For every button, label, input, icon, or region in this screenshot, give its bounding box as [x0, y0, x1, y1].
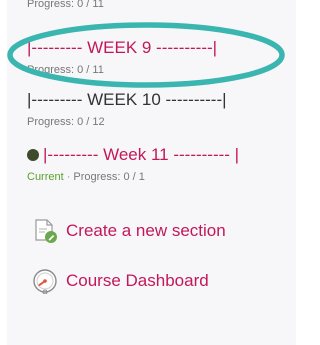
section-meta: Current · Progress: 0 / 1 — [27, 171, 239, 184]
course-dashboard-label: Course Dashboard — [66, 271, 209, 290]
section-title-week-9[interactable]: |--------- WEEK 9 ----------| — [27, 38, 217, 58]
section-progress: Progress: 0 / 12 — [27, 116, 105, 128]
speedometer-icon — [33, 269, 57, 294]
section-progress: Progress: 0 / 11 — [27, 0, 104, 10]
current-status-label: Current — [27, 171, 64, 183]
section-item-week-10[interactable]: |--------- WEEK 10 ----------| Progress:… — [27, 90, 227, 129]
create-section-label: Create a new section — [66, 221, 226, 240]
section-title-week-10[interactable]: |--------- WEEK 10 ----------| — [27, 90, 227, 110]
section-progress: Progress: 0 / 1 — [73, 171, 145, 183]
create-section-link[interactable]: Create a new section — [32, 218, 226, 244]
current-dot-icon — [27, 149, 39, 161]
section-item-week-9[interactable]: |--------- WEEK 9 ----------| Progress: … — [27, 38, 217, 77]
section-item-week-11[interactable]: |--------- Week 11 ---------- | Current ·… — [27, 145, 239, 184]
section-progress: Progress: 0 / 11 — [27, 64, 104, 76]
document-with-pencil-icon — [35, 219, 57, 243]
course-dashboard-link[interactable]: Course Dashboard — [32, 268, 209, 294]
meta-separator: · — [66, 171, 71, 183]
section-item-week-8[interactable]: Progress: 0 / 11 — [27, 0, 104, 11]
section-title-week-11[interactable]: |--------- Week 11 ---------- | — [27, 145, 239, 165]
section-title-text: |--------- Week 11 ---------- | — [43, 145, 240, 164]
